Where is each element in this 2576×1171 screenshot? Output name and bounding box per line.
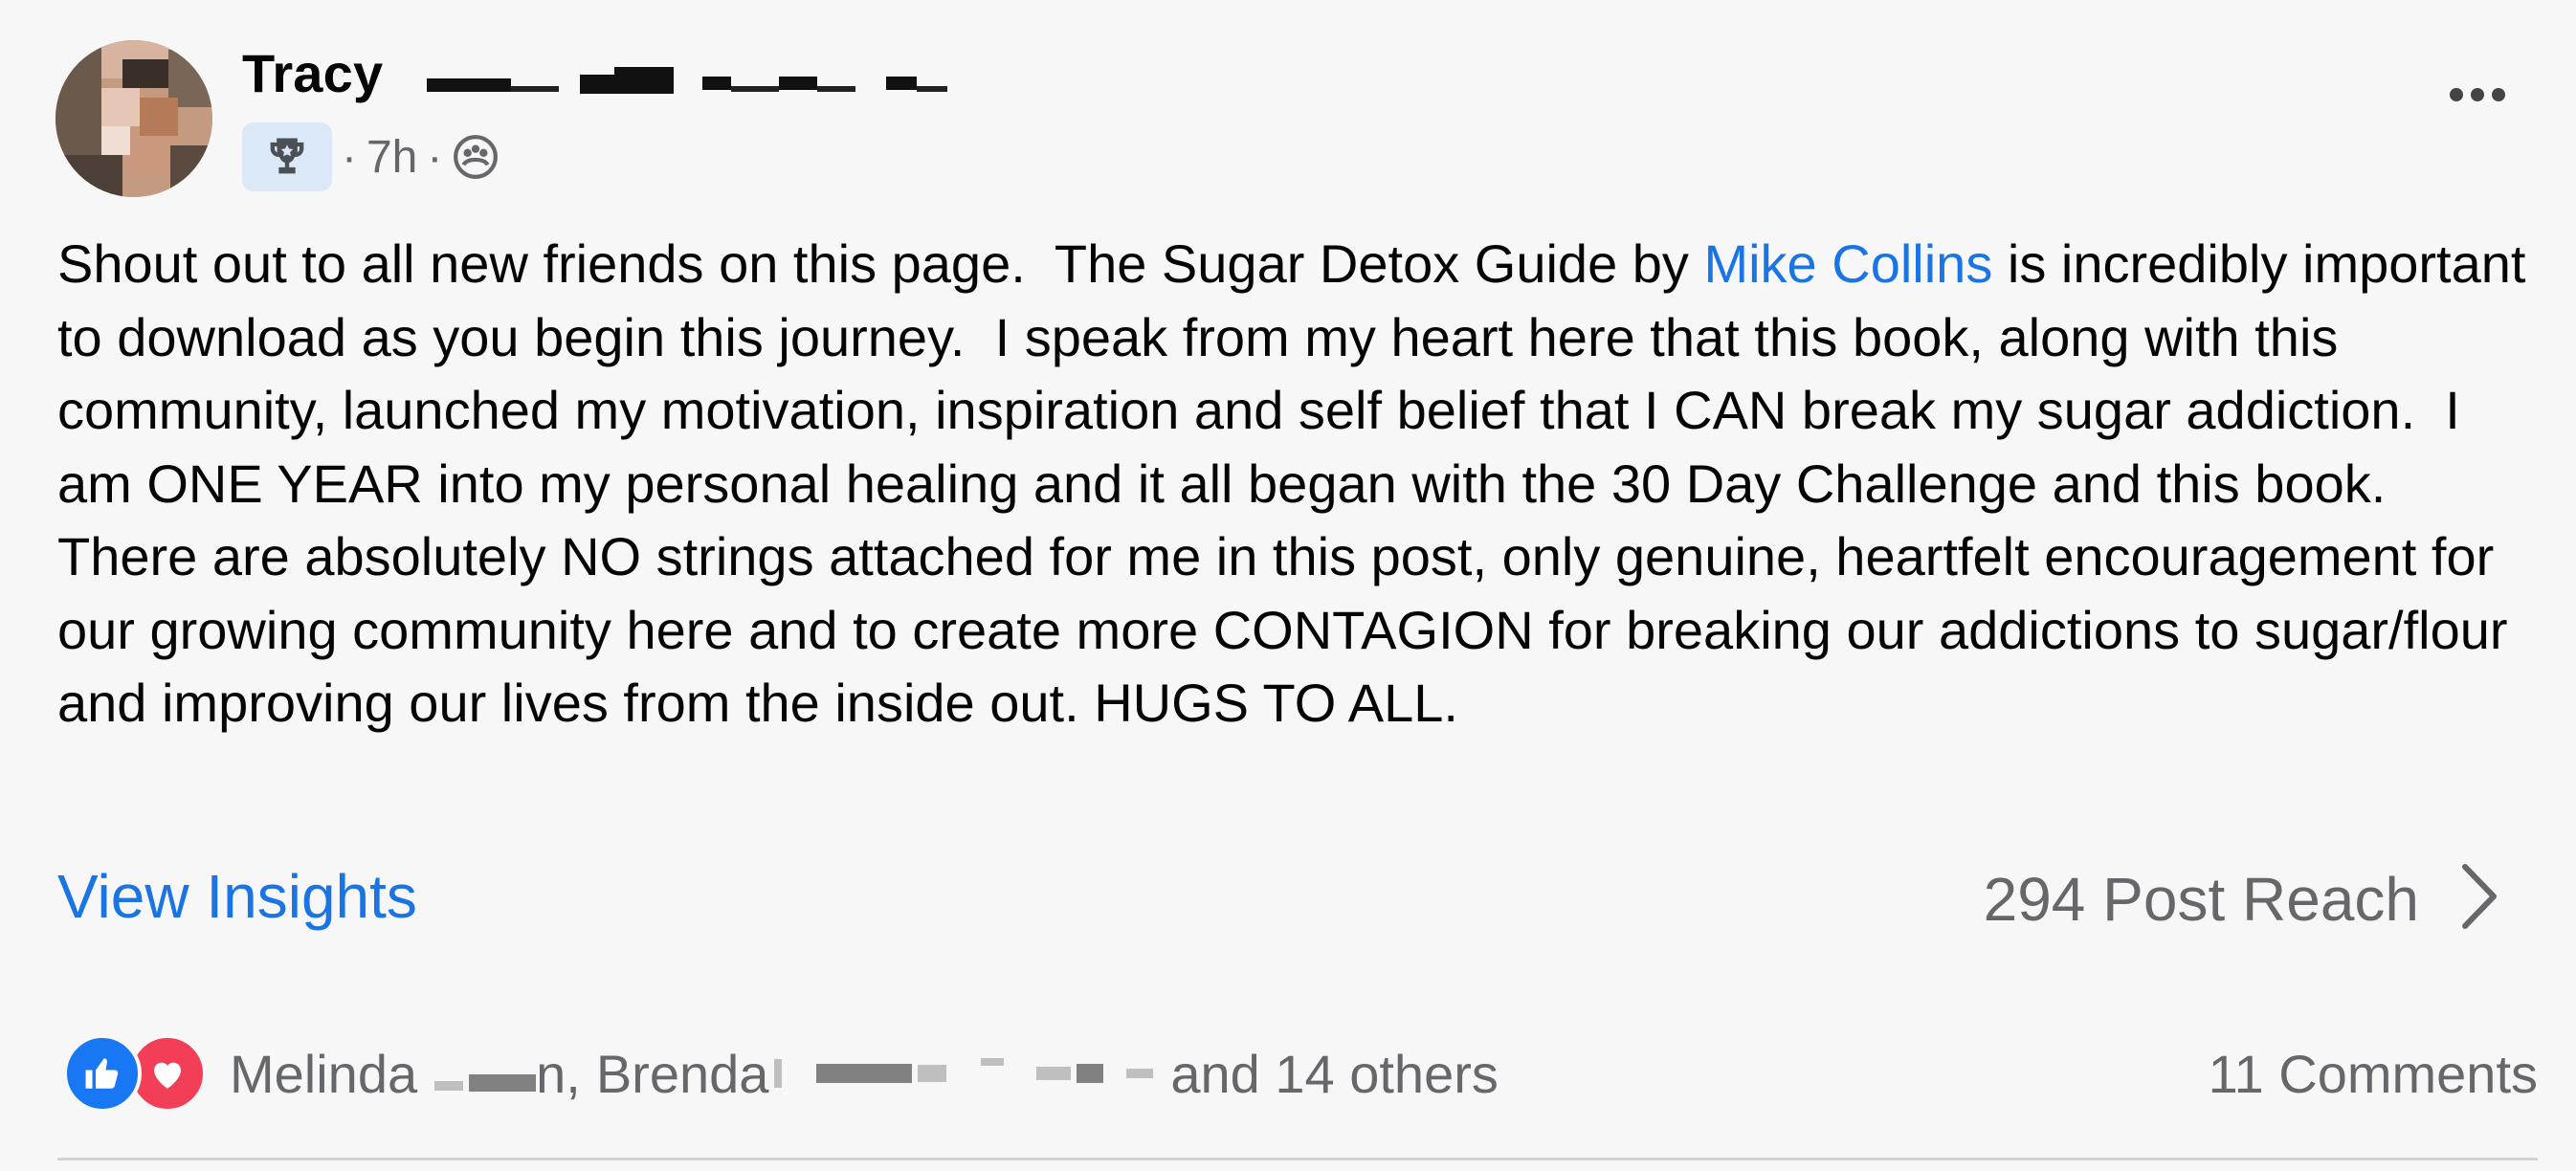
view-insights-link[interactable]: View Insights: [57, 861, 417, 932]
redacted-name-block: [731, 86, 779, 92]
redacted-name-block: [779, 77, 817, 90]
redacted-name-block: [817, 86, 855, 92]
redacted-name-block: [702, 77, 731, 90]
comments-count-link[interactable]: 11 Comments: [2209, 1043, 2538, 1105]
redacted-name-block: [434, 1081, 464, 1091]
trophy-icon[interactable]: [242, 122, 332, 191]
meta-separator: ·: [342, 131, 357, 183]
redacted-name-block: [427, 78, 511, 92]
reactor-name: Brenda: [595, 1043, 769, 1104]
reactors-text[interactable]: Melinda n, Brenda and 14 others: [230, 1043, 1499, 1105]
redacted-name-block: [580, 75, 614, 94]
redacted-name-block: [1077, 1064, 1104, 1083]
post-text-part: Shout out to all new friends on this pag…: [57, 233, 1704, 294]
reactor-name-suffix: n,: [536, 1043, 581, 1104]
post-reach-label: 294 Post Reach: [1983, 864, 2419, 934]
redacted-name-block: [614, 67, 674, 94]
like-reaction-icon: [63, 1034, 142, 1113]
post-timestamp[interactable]: 7h: [366, 131, 417, 184]
redacted-name-block: [886, 77, 917, 90]
mention-link[interactable]: Mike Collins: [1703, 233, 1992, 294]
author-avatar[interactable]: [56, 40, 212, 197]
post-text: Shout out to all new friends on this pag…: [57, 228, 2536, 740]
group-icon: [452, 133, 500, 181]
redacted-name-block: [918, 1065, 947, 1082]
divider: [57, 1158, 2538, 1160]
redacted-name-block: [816, 1064, 913, 1083]
redacted-name-block: [774, 1059, 783, 1088]
reactors-others: and 14 others: [1170, 1043, 1499, 1104]
post-text-part: is incredibly important to download as y…: [57, 233, 2541, 733]
chevron-right-icon: [2459, 861, 2501, 937]
redacted-name-block: [917, 86, 947, 92]
post-meta: · 7h ·: [242, 122, 500, 192]
post-reach-button[interactable]: 294 Post Reach: [1984, 861, 2501, 937]
redacted-name-block: [1036, 1067, 1072, 1080]
reactions-summary[interactable]: Melinda n, Brenda and 14 others: [63, 1034, 1499, 1113]
author-name[interactable]: Tracy: [242, 42, 383, 104]
redacted-name-block: [511, 86, 559, 92]
reactor-name: Melinda: [230, 1043, 418, 1104]
more-options-icon[interactable]: [2450, 88, 2505, 101]
post-card: Tracy · 7h · Shout out to all new friend…: [0, 0, 2576, 1171]
redacted-name-block: [469, 1074, 537, 1092]
redacted-name-block: [981, 1058, 1005, 1066]
redacted-name-block: [1126, 1069, 1154, 1078]
meta-separator: ·: [427, 131, 443, 183]
